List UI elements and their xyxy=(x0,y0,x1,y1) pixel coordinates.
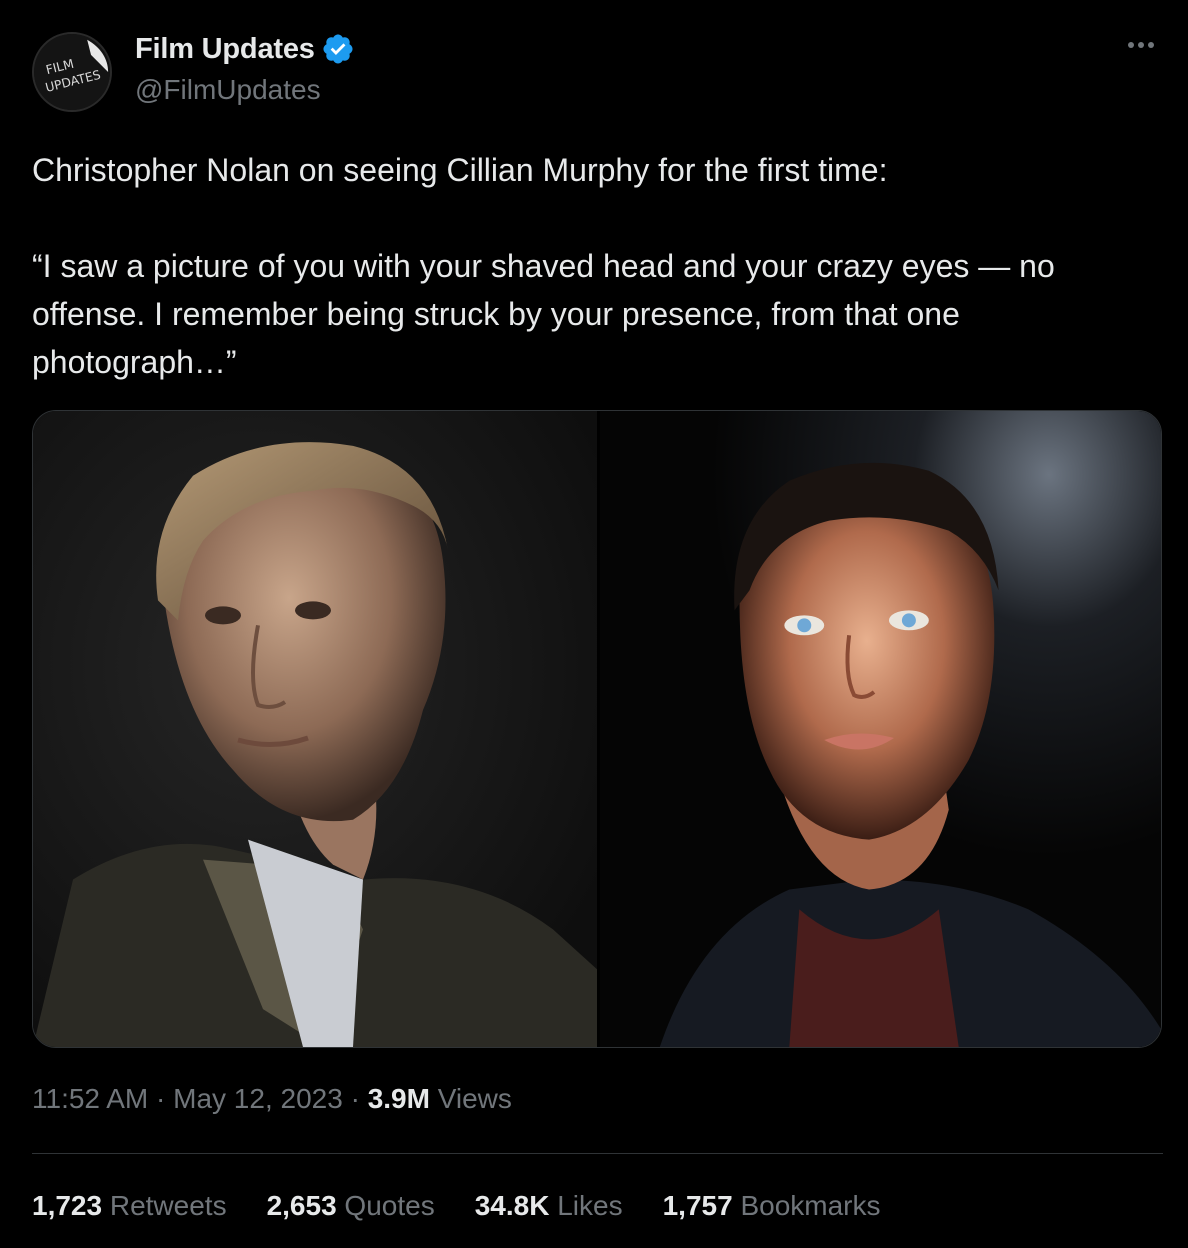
stat-bookmarks[interactable]: 1,757 Bookmarks xyxy=(663,1190,881,1222)
stat-count: 34.8K xyxy=(474,1190,550,1221)
photo-cillian-murphy[interactable] xyxy=(600,411,1161,1047)
name-row: Film Updates xyxy=(135,32,355,66)
photo-christopher-nolan[interactable] xyxy=(33,411,597,1047)
more-horizontal-icon[interactable] xyxy=(1122,36,1160,54)
tweet-line-1: Christopher Nolan on seeing Cillian Murp… xyxy=(32,152,888,188)
account-avatar[interactable]: FILM UPDATES xyxy=(32,32,112,112)
stat-count: 2,653 xyxy=(266,1190,337,1221)
stat-count: 1,757 xyxy=(662,1190,733,1221)
tweet-card: FILM UPDATES Film Updates @FilmUpdates C… xyxy=(0,0,1188,1248)
tweet-line-3: “I saw a picture of you with your shaved… xyxy=(32,248,1055,380)
stat-label: Retweets xyxy=(102,1190,227,1221)
meta-separator: · xyxy=(342,1083,368,1114)
views-count: 3.9M xyxy=(367,1083,430,1114)
meta-separator: · xyxy=(148,1083,174,1114)
stat-quotes[interactable]: 2,653 Quotes xyxy=(267,1190,435,1222)
stat-likes[interactable]: 34.8K Likes xyxy=(475,1190,623,1222)
film-updates-logo-icon: FILM UPDATES xyxy=(34,34,110,110)
display-name[interactable]: Film Updates xyxy=(135,33,315,66)
media-grid xyxy=(32,410,1162,1048)
stat-label: Bookmarks xyxy=(732,1190,881,1221)
tweet-line-break xyxy=(32,194,1157,242)
verified-badge-icon[interactable] xyxy=(321,32,355,66)
stat-retweets[interactable]: 1,723 Retweets xyxy=(32,1190,227,1222)
tweet-date[interactable]: May 12, 2023 xyxy=(173,1083,343,1114)
tweet-meta: 11:52 AM · May 12, 2023 · 3.9M Views xyxy=(32,1083,512,1115)
stat-label: Likes xyxy=(549,1190,623,1221)
tweet-time[interactable]: 11:52 AM xyxy=(32,1083,148,1114)
account-handle[interactable]: @FilmUpdates xyxy=(135,74,321,106)
stat-count: 1,723 xyxy=(32,1190,103,1221)
divider-line xyxy=(32,1153,1163,1154)
engagement-stats: 1,723 Retweets 2,653 Quotes 34.8K Likes … xyxy=(32,1190,881,1222)
stat-label: Quotes xyxy=(336,1190,435,1221)
tweet-text: Christopher Nolan on seeing Cillian Murp… xyxy=(32,146,1157,386)
views-label: Views xyxy=(429,1083,512,1114)
